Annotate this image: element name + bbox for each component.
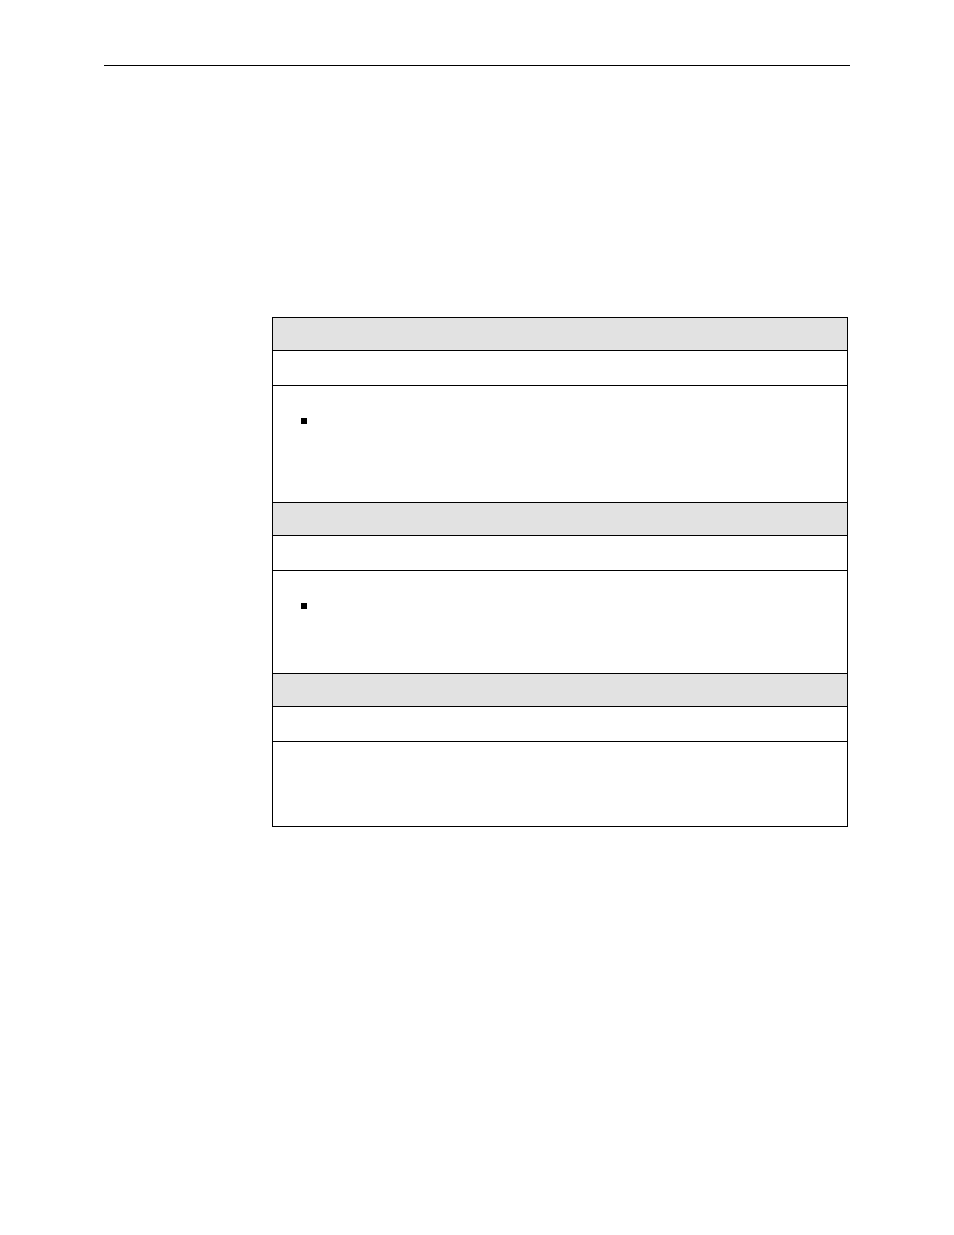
section-sub — [273, 707, 848, 742]
info-table — [272, 317, 848, 827]
section-header — [273, 318, 848, 351]
section-header-text — [273, 674, 847, 706]
section-sub — [273, 351, 848, 386]
section-sub-text — [273, 707, 847, 741]
section-body-text — [273, 742, 847, 826]
square-bullet-icon — [301, 603, 307, 609]
section-sub-text — [273, 351, 847, 385]
section-header-text — [273, 318, 847, 350]
header-rule — [104, 65, 850, 66]
section-body — [273, 571, 848, 674]
section-header-text — [273, 503, 847, 535]
page — [0, 0, 954, 1235]
section-body — [273, 386, 848, 503]
section-body — [273, 742, 848, 827]
section-header — [273, 503, 848, 536]
section-sub — [273, 536, 848, 571]
square-bullet-icon — [301, 418, 307, 424]
section-sub-text — [273, 536, 847, 570]
section-header — [273, 674, 848, 707]
list-item — [301, 412, 819, 424]
list-item — [301, 597, 819, 609]
